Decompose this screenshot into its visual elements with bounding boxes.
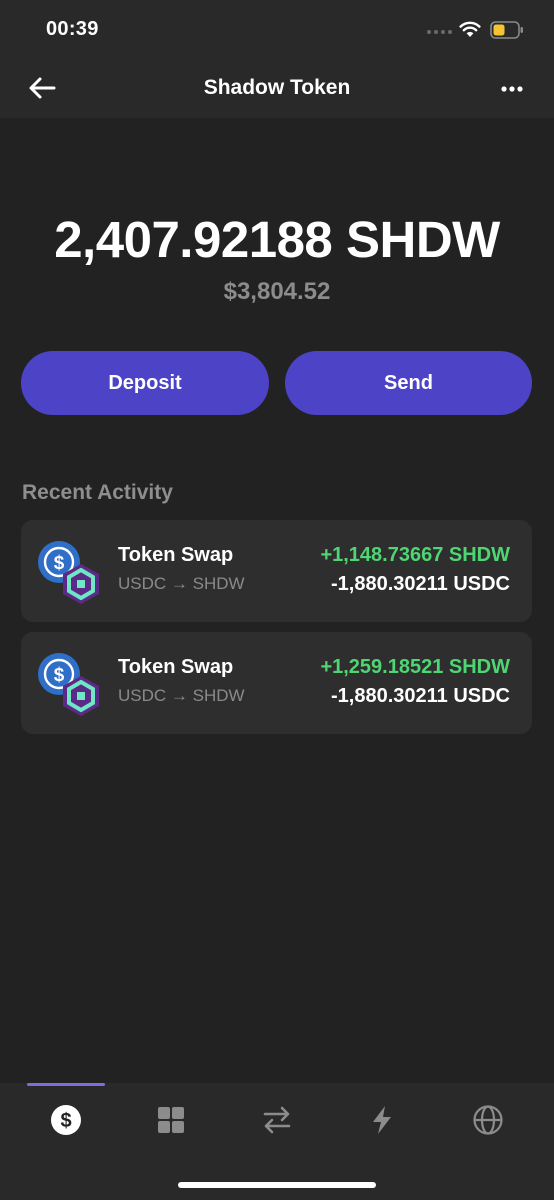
deposit-button[interactable]: Deposit <box>21 351 269 415</box>
activity-amount-received: +1,148.73667 SHDW <box>320 544 510 566</box>
send-button[interactable]: Send <box>285 351 532 415</box>
active-tab-indicator <box>27 1083 105 1086</box>
swap-arrows-icon[interactable] <box>261 1104 293 1136</box>
activity-title: Token Swap <box>118 656 234 678</box>
battery-icon <box>490 21 523 39</box>
activity-amount-sent: -1,880.30211 USDC <box>330 573 510 595</box>
status-time: 00:39 <box>46 18 99 40</box>
svg-text:$: $ <box>60 1110 71 1132</box>
lightning-icon[interactable] <box>366 1104 398 1136</box>
home-indicator <box>178 1182 376 1188</box>
activity-item[interactable]: $ Token Swap USDC → SHDW +1,148.73667 SH… <box>21 520 532 622</box>
recent-activity-heading: Recent Activity <box>22 481 173 504</box>
activity-title: Token Swap <box>118 544 234 566</box>
activity-subtitle: USDC → SHDW <box>118 574 245 593</box>
globe-icon[interactable] <box>472 1104 504 1136</box>
token-balance: 2,407.92188 SHDW <box>54 211 500 268</box>
svg-text:$: $ <box>54 553 65 574</box>
swap-token-pair-icon: $ <box>38 653 99 716</box>
cellular-signal-icon <box>427 30 452 34</box>
token-detail-screen: 00:39 Shadow Token 2,407.92188 SHDW $3,8… <box>0 0 554 1200</box>
activity-amount-received: +1,259.18521 SHDW <box>320 656 510 678</box>
dollar-icon[interactable]: $ <box>50 1104 82 1136</box>
wifi-icon <box>459 21 481 37</box>
activity-item[interactable]: $ Token Swap USDC → SHDW +1,259.18521 SH… <box>21 632 532 734</box>
activity-subtitle: USDC → SHDW <box>118 686 245 705</box>
more-options-icon[interactable] <box>496 78 528 100</box>
svg-text:$: $ <box>54 665 65 686</box>
activity-amount-sent: -1,880.30211 USDC <box>330 685 510 707</box>
page-title: Shadow Token <box>203 76 351 99</box>
fiat-balance: $3,804.52 <box>223 278 331 305</box>
swap-token-pair-icon: $ <box>38 541 99 604</box>
grid-icon[interactable] <box>155 1104 187 1136</box>
